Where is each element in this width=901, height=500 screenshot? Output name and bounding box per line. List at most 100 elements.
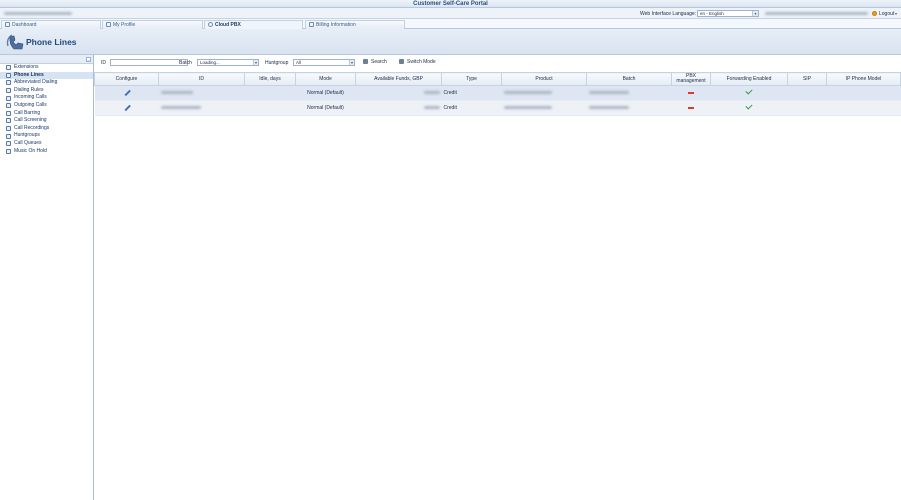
cloud-icon	[208, 22, 213, 27]
column-header[interactable]: Available Funds, GBP	[355, 72, 442, 86]
huntgroup-filter-select[interactable]: All ▾	[293, 59, 355, 66]
wrench-icon[interactable]	[124, 104, 130, 110]
sidebar-item-abbreviated-dialing[interactable]: Abbreviated Dialing	[0, 79, 93, 87]
phone-lines-icon	[6, 34, 24, 50]
extensions-icon	[6, 65, 11, 71]
huntgroup-filter-value: All	[296, 60, 302, 65]
pbx-disabled-icon	[688, 106, 694, 109]
search-button[interactable]: Search	[363, 59, 387, 66]
sidebar-item-phone-lines[interactable]: Phone Lines	[0, 71, 93, 80]
tab-dashboard[interactable]: Dashboard	[1, 20, 101, 29]
language-label: Web Interface Language:	[640, 11, 697, 17]
sidebar-item-label: Call Barring	[14, 109, 41, 116]
column-header[interactable]: Idle, days	[244, 72, 296, 86]
phone-lines-icon	[6, 72, 11, 78]
mode-cell: Normal (Default)	[295, 100, 356, 116]
huntgroup-filter-label: Huntgroup	[265, 60, 289, 66]
user-icon	[106, 22, 111, 27]
account-bar: Web Interface Language: en - English ▾ L…	[0, 8, 901, 19]
pbx-cell	[671, 100, 711, 116]
tab-label: Cloud PBX	[215, 22, 241, 28]
ip-phone-model-cell	[826, 100, 901, 116]
app-title: Customer Self-Care Portal	[413, 1, 488, 7]
language-select[interactable]: en - English ▾	[697, 10, 759, 17]
incoming-calls-icon	[6, 95, 11, 101]
chevron-down-icon[interactable]: ▾	[349, 60, 354, 65]
column-header[interactable]: Forwarding Enabled	[710, 72, 788, 86]
sidebar-item-label: Phone Lines	[14, 71, 44, 78]
sidebar-item-huntgroups[interactable]: Huntgroups	[0, 132, 93, 140]
sip-cell	[787, 100, 827, 116]
idle-cell	[244, 100, 296, 116]
tab-cloud-pbx[interactable]: Cloud PBX	[204, 20, 303, 29]
sidebar-item-call-barring[interactable]: Call Barring	[0, 110, 93, 118]
page-header: Phone Lines	[0, 29, 901, 55]
table-header-row: Configure ID Idle, days Mode Available F…	[94, 72, 901, 86]
logout-chevron-icon[interactable]: ▾	[895, 11, 897, 16]
abbreviated-dialing-icon	[6, 80, 11, 86]
sidebar-item-label: Call Recordings	[14, 124, 50, 131]
type-cell: Credit	[441, 100, 502, 116]
sidebar-item-call-screening[interactable]: Call Screening	[0, 117, 93, 125]
column-header[interactable]: Configure	[94, 72, 159, 86]
sidebar-item-call-recordings[interactable]: Call Recordings	[0, 125, 93, 133]
huntgroups-icon	[6, 133, 11, 139]
funds-cell	[355, 100, 442, 116]
sip-cell	[787, 85, 827, 101]
chevron-down-icon[interactable]: ▾	[752, 11, 758, 16]
column-header[interactable]: SIP	[787, 72, 827, 86]
sidebar-item-label: Outgoing Calls	[14, 101, 47, 108]
column-header[interactable]: ID	[158, 72, 245, 86]
sidebar-item-call-queues[interactable]: Call Queues	[0, 140, 93, 148]
wrench-icon[interactable]	[124, 89, 130, 95]
switch-mode-button[interactable]: Switch Mode	[399, 59, 436, 66]
id-blurred	[160, 106, 201, 109]
funds-blurred	[423, 106, 440, 109]
type-cell: Credit	[441, 85, 502, 101]
call-barring-icon	[6, 110, 11, 116]
dialing-rules-icon	[6, 88, 11, 94]
sidebar-item-outgoing-calls[interactable]: Outgoing Calls	[0, 102, 93, 110]
search-icon	[363, 59, 368, 64]
table-row[interactable]: Normal (Default) Credit	[94, 100, 901, 116]
sidebar-item-label: Extensions	[14, 64, 39, 70]
configure-cell[interactable]	[94, 85, 159, 101]
logout-icon[interactable]	[872, 10, 877, 16]
batch-filter-value: Loading...	[200, 60, 220, 65]
id-cell	[158, 100, 245, 116]
sidebar-item-music-on-hold[interactable]: Music On Hold	[0, 148, 93, 156]
filter-bar: ID Batch Loading... ▾ Huntgroup All ▾ Se…	[94, 57, 901, 67]
column-header[interactable]: Batch	[586, 72, 672, 86]
column-header[interactable]: Type	[441, 72, 502, 86]
main-tabs: Dashboard My Profile Cloud PBX Billing I…	[0, 19, 901, 29]
batch-filter-select[interactable]: Loading... ▾	[197, 59, 259, 66]
sidebar-item-extensions[interactable]: Extensions	[0, 64, 93, 72]
sidebar-item-incoming-calls[interactable]: Incoming Calls	[0, 94, 93, 102]
column-header[interactable]: IP Phone Model	[826, 72, 901, 86]
column-header[interactable]: PBX management	[671, 72, 711, 86]
sidebar-item-label: Call Queues	[14, 139, 42, 146]
id-filter-input[interactable]	[110, 59, 188, 66]
product-cell	[501, 85, 587, 101]
chevron-down-icon[interactable]: ▾	[253, 60, 258, 65]
logout-link[interactable]: Logout	[879, 11, 894, 17]
tab-my-profile[interactable]: My Profile	[102, 20, 203, 29]
table-row[interactable]: Normal (Default) Credit	[94, 85, 901, 101]
sidebar-item-dialing-rules[interactable]: Dialing Rules	[0, 87, 93, 95]
sidebar-item-label: Dialing Rules	[14, 86, 44, 93]
column-header[interactable]: Product	[501, 72, 587, 86]
sidebar-item-label: Huntgroups	[14, 132, 40, 139]
check-icon	[745, 102, 753, 110]
ip-phone-model-cell	[826, 85, 901, 101]
pbx-disabled-icon	[688, 91, 694, 94]
column-header[interactable]: Mode	[295, 72, 356, 86]
batch-cell	[586, 85, 672, 101]
configure-cell[interactable]	[94, 100, 159, 116]
tab-label: My Profile	[113, 22, 136, 28]
tab-billing-information[interactable]: Billing Information	[305, 20, 405, 29]
batch-filter-label: Batch	[179, 60, 192, 66]
account-info-blurred	[4, 12, 72, 15]
page-title: Phone Lines	[26, 37, 77, 47]
collapse-icon[interactable]: –	[86, 57, 91, 62]
dashboard-icon	[5, 22, 10, 27]
